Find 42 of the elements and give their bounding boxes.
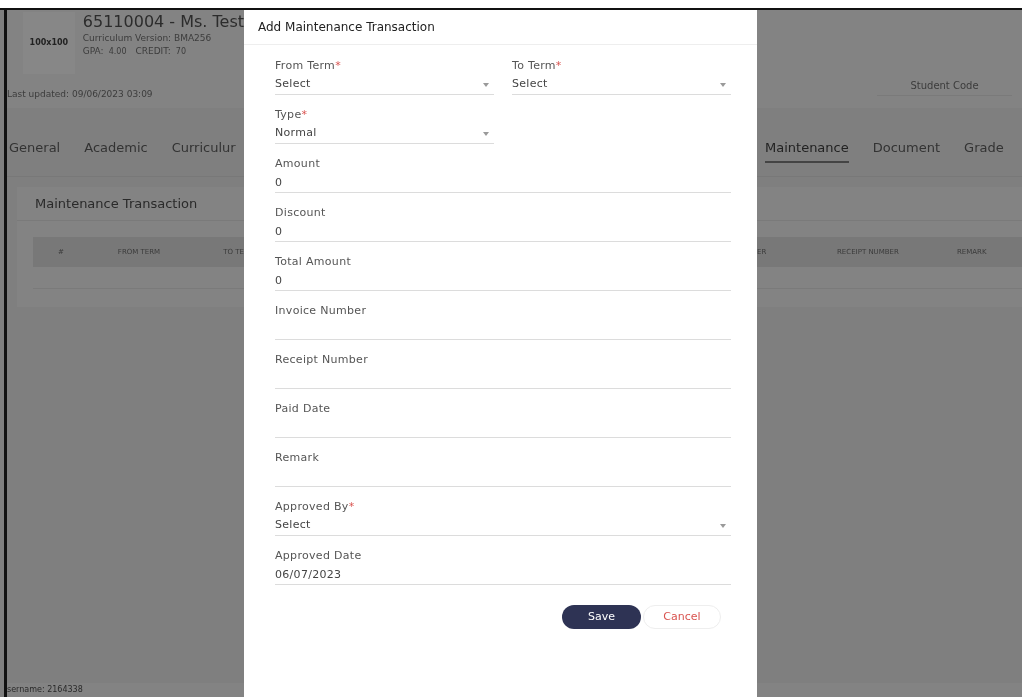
field-label: Invoice Number	[275, 302, 367, 319]
save-button[interactable]: Save	[562, 605, 641, 629]
field-label: Amount	[275, 155, 321, 172]
field-label: Approved Date	[275, 547, 362, 564]
field-label: Approved By	[275, 498, 349, 515]
caret-icon	[720, 523, 726, 528]
caret-icon	[483, 82, 489, 87]
caret-icon	[483, 131, 489, 136]
field-label: Type	[275, 106, 302, 123]
required-mark: *	[555, 57, 562, 74]
field-label: Paid Date	[275, 400, 331, 417]
select-field[interactable]: Select	[275, 516, 731, 536]
input-field[interactable]: 0	[275, 222, 731, 242]
cancel-button[interactable]: Cancel	[643, 605, 721, 629]
gpa-label: GPA:	[82, 45, 104, 58]
credit-value: 70	[175, 46, 186, 58]
required-mark: *	[335, 57, 341, 74]
avatar-label: 100x100	[29, 37, 69, 49]
field-label: Discount	[275, 204, 326, 221]
credit-label: CREDIT:	[135, 45, 171, 58]
curriculum-version: Curriculum Version: BMA256	[82, 32, 213, 45]
card-title: Maintenance Transaction	[35, 194, 198, 213]
select-field[interactable]: Select	[275, 75, 494, 95]
gpa-value: 4.00	[108, 46, 127, 58]
field-label: Receipt Number	[275, 351, 368, 368]
last-updated: Last updated: 09/06/2023 03:09	[7, 88, 154, 101]
required-mark: *	[301, 106, 308, 123]
field-label: Remark	[275, 449, 320, 466]
caret-icon	[720, 82, 726, 87]
field-label: To Term	[512, 57, 556, 74]
tab[interactable]: Maintenance	[765, 138, 849, 163]
select-field[interactable]: Select	[512, 75, 731, 95]
select-field[interactable]: Normal	[275, 124, 494, 144]
dialog-title: Add Maintenance Transaction	[258, 19, 435, 36]
username-footer: sername: 2164338	[7, 684, 83, 696]
field-label: From Term	[275, 57, 336, 74]
input-field[interactable]: 0	[275, 271, 731, 291]
input-field[interactable]: 06/07/2023	[275, 565, 731, 585]
required-mark: *	[348, 498, 355, 515]
field-label: Total Amount	[275, 253, 351, 270]
input-field[interactable]: 0	[275, 173, 731, 193]
student-title: 65110004 - Ms. Test	[82, 12, 244, 32]
